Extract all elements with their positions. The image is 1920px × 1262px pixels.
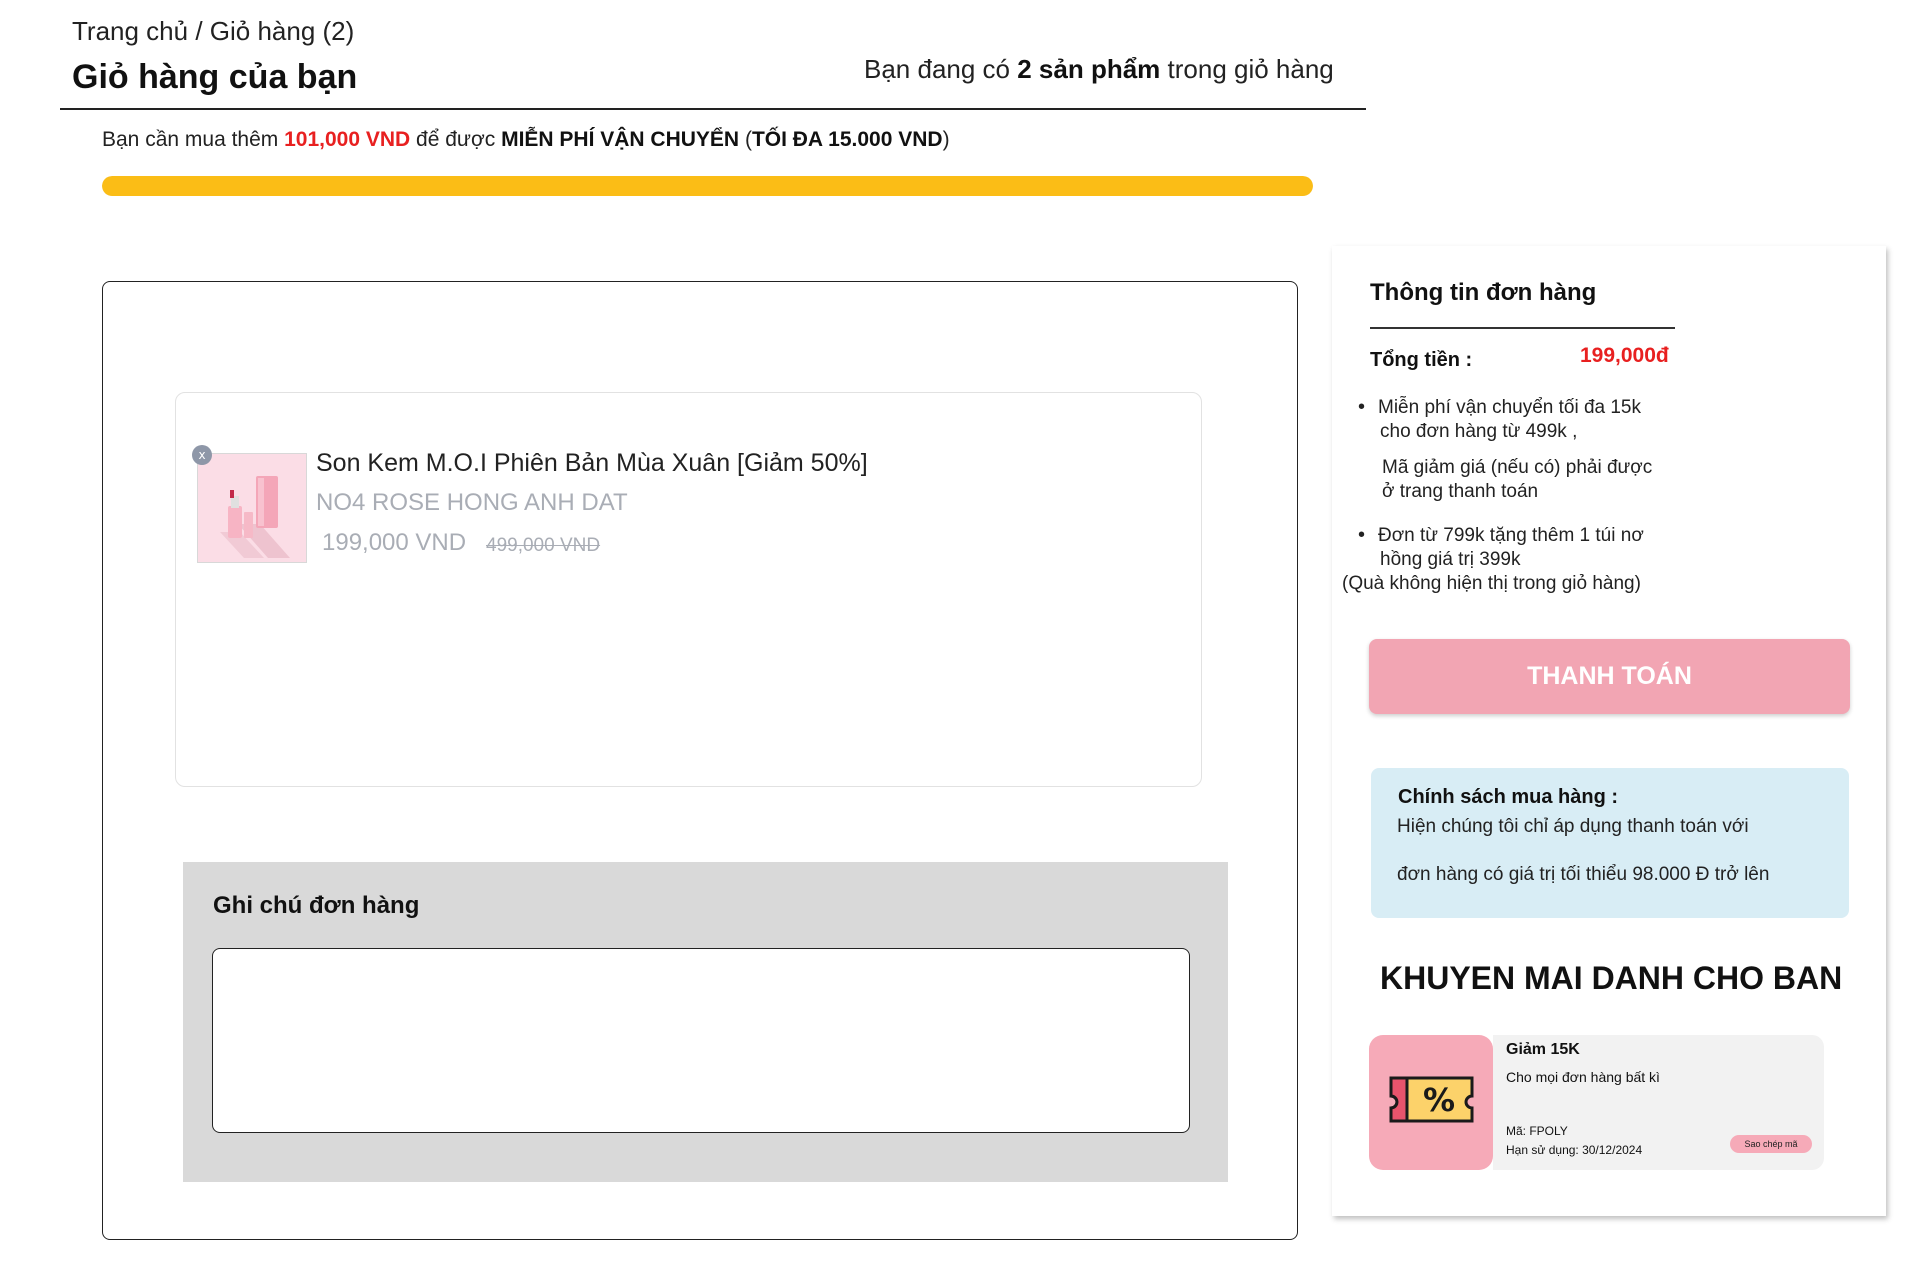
item-name[interactable]: Son Kem M.O.I Phiên Bản Mùa Xuân [Giảm 5… — [316, 449, 868, 478]
coupon-info-line: Mã giảm giá (nếu có) phải được — [1382, 457, 1653, 478]
coupon-info-line: ở trang thanh toán — [1382, 481, 1539, 502]
freeship-amount: 101,000 VND — [284, 128, 411, 151]
cart-count-number: 2 sản phẩm — [1017, 54, 1161, 84]
gift-info-line: hồng giá trị 399k — [1380, 549, 1521, 570]
cart-panel: x Son Kem M.O.I Phiên Bản Mùa Xuân [Giảm… — [102, 281, 1298, 1240]
total-label: Tổng tiền : — [1370, 349, 1473, 371]
freeship-max-note: TỐI ĐA 15.000 VND — [751, 128, 943, 151]
gift-info-note: (Quà không hiện thị trong giỏ hàng) — [1342, 573, 1641, 594]
summary-divider — [1370, 327, 1675, 329]
policy-line: Hiện chúng tôi chỉ áp dụng thanh toán vớ… — [1397, 816, 1749, 837]
freeship-middle: để được — [410, 128, 502, 151]
checkout-button[interactable]: THANH TOÁN — [1369, 639, 1850, 714]
remove-item-button[interactable]: x — [192, 445, 212, 465]
freeship-prefix: Bạn cần mua thêm — [102, 128, 285, 151]
policy-line: đơn hàng có giá trị tối thiểu 98.000 Đ t… — [1397, 864, 1770, 885]
gift-info-line: Đơn từ 799k tặng thêm 1 túi nơ — [1378, 525, 1644, 546]
freeship-paren-close: ) — [942, 128, 950, 151]
cart-count-prefix: Bạn đang có — [864, 54, 1018, 84]
product-thumbnail-graphic — [198, 454, 306, 562]
bullet-marker: • — [1358, 396, 1366, 418]
voucher-expiry: Hạn sử dụng: 30/12/2024 — [1506, 1143, 1643, 1157]
policy-title: Chính sách mua hàng : — [1398, 786, 1619, 808]
bullet-marker: • — [1358, 524, 1366, 546]
copy-code-button[interactable]: Sao chép mã — [1730, 1135, 1812, 1153]
cart-item: x Son Kem M.O.I Phiên Bản Mùa Xuân [Giảm… — [175, 392, 1202, 787]
voucher-description: Cho mọi đơn hàng bất kì — [1506, 1069, 1660, 1085]
promotions-heading: KHUYEN MAI DANH CHO BAN — [1380, 960, 1843, 996]
voucher-icon-panel: % — [1369, 1035, 1493, 1170]
cart-count-text: Bạn đang có 2 sản phẩm trong giỏ hàng — [864, 54, 1334, 85]
total-value: 199,000đ — [1580, 344, 1669, 367]
order-summary-panel: Thông tin đơn hàng Tổng tiền : 199,000đ … — [1332, 246, 1886, 1216]
free-shipping-progress-fill — [102, 176, 1313, 196]
freeship-paren-open: ( — [739, 128, 752, 151]
item-old-price: 499,000 VND — [486, 535, 601, 556]
free-shipping-notice: Bạn cần mua thêm 101,000 VND để được MIỄ… — [102, 128, 950, 152]
page-title: Giỏ hàng của bạn — [72, 58, 358, 96]
voucher-title: Giảm 15K — [1506, 1041, 1580, 1058]
order-summary-title: Thông tin đơn hàng — [1370, 279, 1597, 306]
discount-percent-symbol: % — [1423, 1081, 1455, 1119]
lipstick-product-image[interactable] — [197, 453, 307, 563]
voucher-code: Mã: FPOLY — [1506, 1124, 1568, 1138]
freeship-highlight: MIỄN PHÍ VẬN CHUYỂN — [501, 128, 740, 151]
discount-ticket-icon: % — [1389, 1076, 1474, 1123]
breadcrumb[interactable]: Trang chủ / Giỏ hàng (2) — [72, 16, 354, 47]
item-price: 199,000 VND — [322, 529, 467, 556]
voucher-card: % Giảm 15K Cho mọi đơn hàng bất kì Mã: F… — [1369, 1035, 1824, 1170]
free-shipping-progress-bar — [102, 176, 1313, 196]
item-variant: NO4 ROSE HONG ANH DAT — [316, 489, 628, 516]
header-divider — [60, 108, 1366, 110]
shipping-info-line: cho đơn hàng từ 499k , — [1380, 421, 1578, 442]
cart-count-suffix: trong giỏ hàng — [1160, 54, 1334, 84]
purchase-policy-box: Chính sách mua hàng : Hiện chúng tôi chỉ… — [1371, 768, 1849, 918]
order-note-section: Ghi chú đơn hàng — [183, 862, 1228, 1182]
order-note-title: Ghi chú đơn hàng — [213, 892, 420, 919]
order-note-input[interactable] — [212, 948, 1190, 1133]
shipping-info-line: Miễn phí vận chuyển tối đa 15k — [1378, 397, 1642, 418]
voucher-details: Giảm 15K Cho mọi đơn hàng bất kì Mã: FPO… — [1493, 1035, 1824, 1170]
